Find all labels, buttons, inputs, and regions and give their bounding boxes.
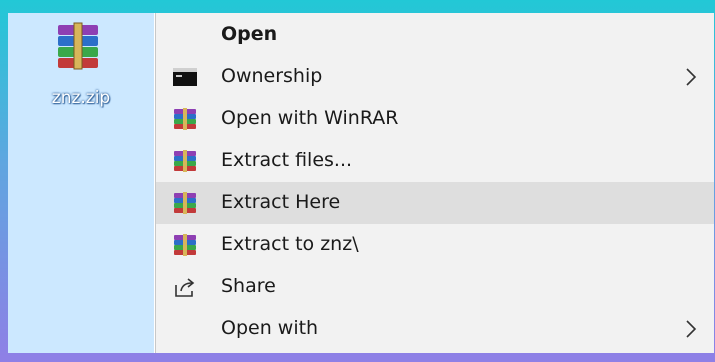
console-icon <box>173 68 197 86</box>
menu-item-open-with-winrar[interactable]: Open with WinRAR <box>156 98 714 140</box>
menu-item-open[interactable]: Open <box>156 14 714 56</box>
menu-item-label: Extract files... <box>221 149 353 171</box>
menu-item-label: Open <box>221 23 278 45</box>
menu-item-label: Share <box>221 275 276 297</box>
selected-file[interactable]: znz.zip <box>8 13 154 353</box>
context-menu: Open Ownership Open with WinRAR Extract … <box>155 13 714 353</box>
menu-item-open-with[interactable]: Open with <box>156 308 714 350</box>
screenshot-frame: znz.zip Open Ownership Open with WinRAR … <box>0 0 715 362</box>
winrar-icon <box>174 234 196 256</box>
menu-item-label: Extract Here <box>221 191 341 213</box>
menu-item-extract-to[interactable]: Extract to znz\ <box>156 224 714 266</box>
chevron-right-icon <box>686 320 697 338</box>
share-icon <box>175 278 195 297</box>
winrar-icon <box>174 150 196 172</box>
menu-item-label: Ownership <box>221 65 323 87</box>
menu-item-label: Open with WinRAR <box>221 107 399 129</box>
menu-item-share[interactable]: Share <box>156 266 714 308</box>
menu-item-label: Extract to znz\ <box>221 233 359 255</box>
winrar-icon <box>174 192 196 214</box>
winrar-icon <box>174 108 196 130</box>
chevron-right-icon <box>686 68 697 86</box>
winrar-archive-icon <box>58 22 98 70</box>
menu-item-extract-here[interactable]: Extract Here <box>156 182 714 224</box>
menu-item-extract-files[interactable]: Extract files... <box>156 140 714 182</box>
menu-item-ownership[interactable]: Ownership <box>156 56 714 98</box>
menu-item-label: Open with <box>221 317 319 339</box>
file-name: znz.zip <box>51 88 111 108</box>
desktop: znz.zip <box>8 13 154 353</box>
window-area: znz.zip Open Ownership Open with WinRAR … <box>8 13 714 353</box>
